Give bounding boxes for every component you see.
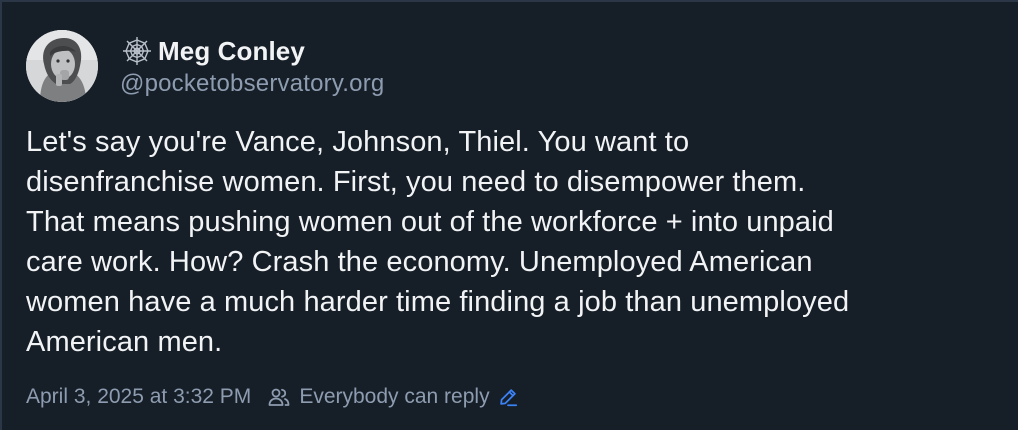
pencil-icon xyxy=(496,385,520,409)
post-card: Meg Conley @pocketobservatory.org Let's … xyxy=(0,0,1018,430)
avatar[interactable] xyxy=(26,30,98,102)
author-display-name[interactable]: Meg Conley xyxy=(158,36,305,67)
author-handle[interactable]: @pocketobservatory.org xyxy=(120,70,384,98)
author-info: Meg Conley @pocketobservatory.org xyxy=(120,34,384,98)
reply-setting-label: Everybody can reply xyxy=(299,385,490,408)
post-header: Meg Conley @pocketobservatory.org xyxy=(26,30,384,106)
post-text: Let's say you're Vance, Johnson, Thiel. … xyxy=(26,126,850,358)
reply-settings-button[interactable]: Everybody can reply xyxy=(265,383,519,411)
spider-web-icon xyxy=(120,34,154,68)
post-timestamp[interactable]: April 3, 2025 at 3:32 PM xyxy=(26,385,251,409)
post-meta: April 3, 2025 at 3:32 PM Everybody can r… xyxy=(26,380,520,414)
name-row: Meg Conley xyxy=(120,34,384,68)
people-icon xyxy=(265,383,293,411)
